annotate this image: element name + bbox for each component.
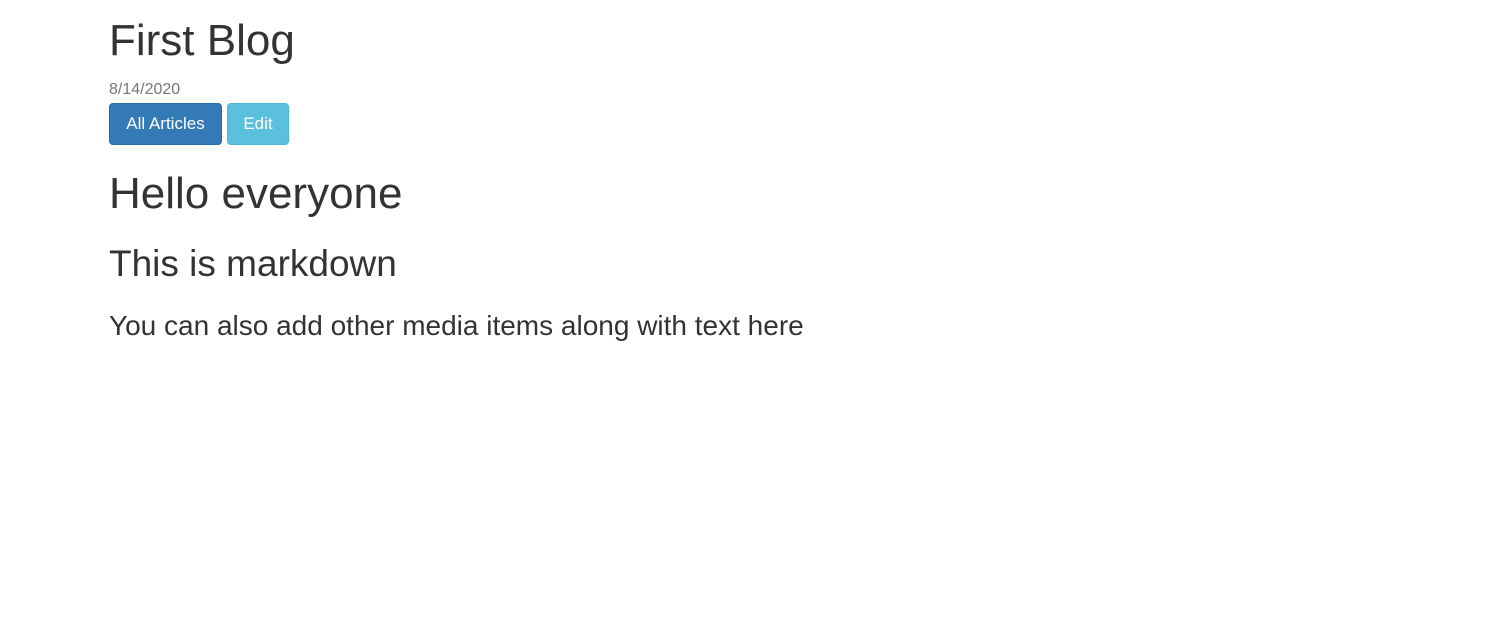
- all-articles-button[interactable]: All Articles: [109, 103, 222, 145]
- content-subheading: This is markdown: [109, 243, 397, 284]
- content-heading: Hello everyone: [109, 169, 403, 218]
- edit-button[interactable]: Edit: [227, 103, 289, 145]
- article-date: 8/14/2020: [109, 81, 181, 98]
- page-title: First Blog: [109, 16, 295, 65]
- content-paragraph: You can also add other media items along…: [109, 310, 804, 341]
